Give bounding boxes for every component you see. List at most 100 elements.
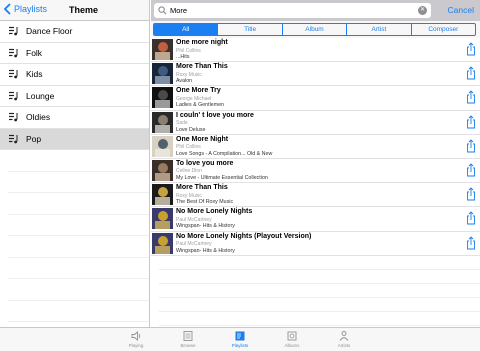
tab-artists[interactable]: Artists bbox=[318, 328, 370, 351]
tab-label: Albums bbox=[284, 343, 300, 348]
tab-albums[interactable]: Albums bbox=[266, 328, 318, 351]
song-artist: Sade bbox=[176, 120, 188, 127]
song-title: To love you more bbox=[176, 159, 234, 167]
album-art bbox=[152, 111, 173, 133]
search-input[interactable] bbox=[170, 6, 410, 15]
song-row[interactable]: More Than This Roxy Music The Best Of Roxy… bbox=[151, 183, 480, 208]
segment-album[interactable]: Album bbox=[283, 24, 348, 35]
empty-row bbox=[159, 270, 480, 284]
playlist-icon bbox=[9, 113, 18, 122]
song-row[interactable]: One more night Phil Collins ...Hits bbox=[151, 38, 480, 63]
album-art bbox=[152, 184, 173, 206]
song-title: One More Night bbox=[176, 135, 229, 143]
theme-item-label: Pop bbox=[26, 133, 42, 144]
share-icon[interactable] bbox=[466, 90, 476, 104]
album-art bbox=[152, 39, 173, 60]
theme-item[interactable]: Dance Floor bbox=[0, 21, 149, 43]
share-icon[interactable] bbox=[466, 187, 476, 201]
song-title: One more night bbox=[176, 39, 228, 46]
tab-label: Artists bbox=[337, 343, 351, 348]
empty-row bbox=[159, 298, 480, 312]
tab-bar: Playing Browse Playlists Albums Artists bbox=[0, 327, 480, 351]
artists-icon bbox=[339, 331, 349, 341]
song-album: Avalon bbox=[176, 78, 193, 85]
filter-segmented-control: All Title Album Artist Composer bbox=[153, 23, 476, 36]
segment-composer[interactable]: Composer bbox=[412, 24, 475, 35]
playlists-icon bbox=[235, 331, 245, 341]
song-title: One More Try bbox=[176, 87, 221, 95]
tab-label: Playlists bbox=[231, 343, 249, 348]
song-album: Love Deluxe bbox=[176, 126, 206, 133]
empty-result-rows bbox=[151, 256, 480, 326]
share-icon[interactable] bbox=[466, 114, 476, 129]
album-art bbox=[152, 159, 173, 181]
song-row[interactable]: To love you more Celine Dion My Love - Ult… bbox=[151, 159, 480, 184]
empty-row bbox=[8, 236, 149, 258]
empty-row bbox=[8, 258, 149, 279]
empty-row bbox=[8, 172, 149, 193]
song-row[interactable]: One More Night Phil Collins Love Songs - A… bbox=[151, 135, 480, 159]
theme-item-label: Dance Floor bbox=[26, 26, 73, 37]
song-artist: Phil Collins bbox=[176, 47, 201, 54]
song-title: No More Lonely Nights (Playout Version) bbox=[176, 232, 312, 240]
segment-all[interactable]: All bbox=[154, 24, 219, 35]
share-icon[interactable] bbox=[466, 139, 476, 153]
song-row[interactable]: One More Try George Michael Ladies & Gentl… bbox=[151, 86, 480, 111]
song-artist: Roxy Music bbox=[176, 71, 202, 78]
song-list: One more night Phil Collins ...Hits More Th… bbox=[151, 38, 480, 256]
tab-playing[interactable]: Playing bbox=[110, 328, 162, 351]
song-album: Ladies & Gentlemen bbox=[176, 102, 224, 109]
tab-label: Playing bbox=[128, 343, 144, 348]
tab-browse[interactable]: Browse bbox=[162, 328, 214, 351]
theme-item-label: Oldies bbox=[26, 112, 51, 123]
empty-row bbox=[8, 215, 149, 236]
empty-row bbox=[8, 150, 149, 172]
song-artist: Roxy Music bbox=[176, 192, 202, 199]
song-artist: Paul McCartney bbox=[176, 241, 212, 247]
search-bar: ✕ Cancel bbox=[151, 0, 480, 21]
filter-bar: All Title Album Artist Composer bbox=[151, 21, 480, 38]
theme-pane: Playlists Theme Dance Floor Folk Kids Loung… bbox=[0, 0, 150, 327]
share-icon[interactable] bbox=[466, 163, 476, 177]
theme-item[interactable]: Folk bbox=[0, 43, 149, 64]
song-row[interactable]: No More Lonely Nights (Playout Version) P… bbox=[151, 232, 480, 256]
theme-list: Dance Floor Folk Kids Lounge Oldies Pop bbox=[0, 21, 149, 150]
playlist-icon bbox=[9, 27, 18, 36]
clear-search-icon[interactable]: ✕ bbox=[418, 6, 427, 15]
cancel-button[interactable]: Cancel bbox=[448, 5, 474, 15]
theme-header: Playlists Theme bbox=[0, 0, 149, 21]
song-artist: Phil Collins bbox=[176, 144, 201, 151]
share-icon[interactable] bbox=[466, 66, 476, 80]
theme-item-label: Kids bbox=[26, 69, 43, 80]
theme-item[interactable]: Kids bbox=[0, 64, 149, 86]
song-row[interactable]: No More Lonely Nights Paul McCartney Wings… bbox=[151, 207, 480, 232]
album-art bbox=[152, 87, 173, 109]
share-icon[interactable] bbox=[466, 211, 476, 225]
empty-row bbox=[8, 193, 149, 215]
share-icon[interactable] bbox=[466, 42, 476, 56]
tab-playlists[interactable]: Playlists bbox=[214, 328, 266, 351]
playlist-icon bbox=[9, 70, 18, 79]
playlist-icon bbox=[9, 48, 18, 58]
song-album: The Best Of Roxy Music bbox=[176, 199, 234, 206]
segment-title[interactable]: Title bbox=[218, 24, 283, 35]
browse-icon bbox=[183, 331, 193, 341]
share-icon[interactable] bbox=[466, 235, 476, 250]
theme-item[interactable]: Lounge bbox=[0, 86, 149, 107]
song-artist: George Michael bbox=[176, 95, 212, 102]
empty-row bbox=[159, 312, 480, 326]
empty-row bbox=[159, 284, 480, 298]
song-row[interactable]: I couln' t love you more Sade Love Deluxe bbox=[151, 111, 480, 135]
speaker-icon bbox=[131, 331, 141, 341]
song-album: Wingspan- Hits & History bbox=[176, 223, 235, 230]
song-title: More Than This bbox=[176, 184, 228, 192]
theme-item[interactable]: Oldies bbox=[0, 107, 149, 129]
album-art bbox=[152, 232, 173, 254]
album-art bbox=[152, 208, 173, 230]
search-field[interactable]: ✕ bbox=[154, 3, 431, 18]
empty-row bbox=[8, 301, 149, 322]
theme-item[interactable]: Pop bbox=[0, 128, 149, 150]
song-row[interactable]: More Than This Roxy Music Avalon bbox=[151, 62, 480, 87]
search-icon bbox=[158, 6, 167, 15]
segment-artist[interactable]: Artist bbox=[347, 24, 412, 35]
